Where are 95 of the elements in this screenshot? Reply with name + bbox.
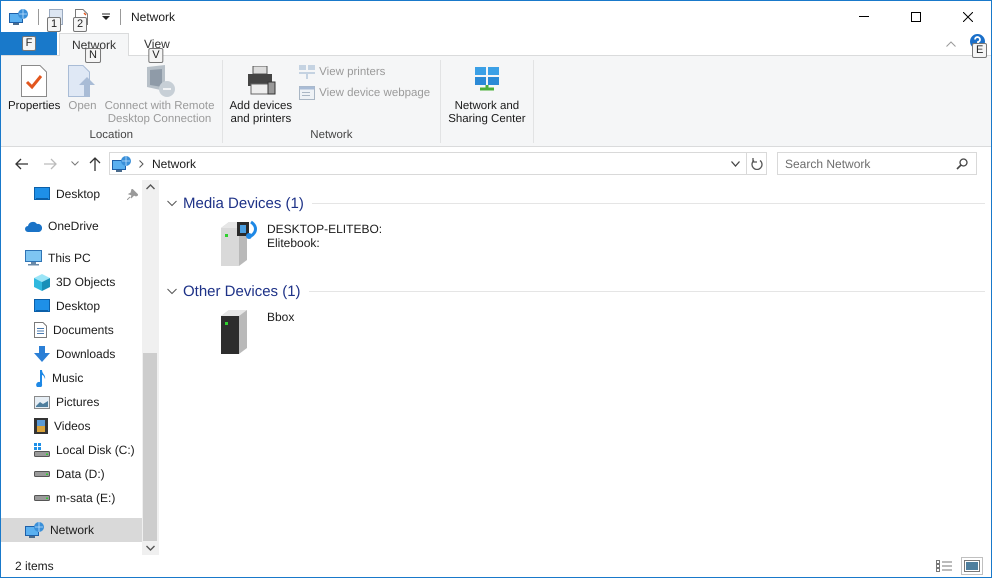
sidebar-item-label: Downloads (56, 347, 116, 361)
back-icon[interactable] (15, 158, 29, 170)
scrollbar[interactable] (142, 180, 158, 555)
device-name: Elitebook: (267, 236, 321, 250)
sidebar-item-label: Music (52, 371, 84, 385)
download-icon (34, 346, 50, 362)
ribbon-button[interactable]: Properties (5, 60, 64, 129)
customize-caret-icon[interactable] (102, 12, 110, 20)
sidebar-item-label: Videos (54, 419, 90, 433)
videos-icon (34, 418, 48, 434)
sidebar-item-label: 3D Objects (56, 275, 116, 289)
window-title: Network (131, 10, 176, 24)
scroll-thumb[interactable] (143, 353, 157, 541)
sidebar-item-label: Local Disk (C:) (56, 443, 135, 457)
desktop-icon (34, 299, 50, 313)
checked-page-icon (21, 65, 48, 97)
keytip: 1 (47, 16, 62, 32)
keytip: 2 (73, 16, 88, 32)
sidebar-item-label: Desktop (56, 299, 100, 313)
sidebar-item-label: m-sata (E:) (56, 491, 116, 505)
item-count: 2 items (15, 559, 54, 573)
device-name: DESKTOP-ELITEBO: (267, 222, 382, 236)
group-header[interactable]: Other Devices (1) (183, 282, 301, 300)
close-icon (963, 12, 973, 22)
view-button[interactable] (961, 557, 983, 575)
dropdown-icon[interactable] (731, 160, 740, 166)
system-disk-icon (34, 443, 50, 457)
sidebar-item-label: Pictures (56, 395, 100, 409)
sidebar-item-label: Data (D:) (56, 467, 105, 481)
document-icon (34, 322, 47, 338)
cube-icon (34, 274, 50, 290)
group-header[interactable]: Media Devices (1) (183, 194, 304, 212)
pc-icon (25, 250, 42, 266)
file-tab[interactable]: F (1, 32, 57, 55)
sidebar-item[interactable]: Documents (1, 318, 142, 342)
sidebar-item[interactable]: Downloads (1, 342, 142, 366)
cloud-icon (25, 220, 42, 232)
keytip: F (22, 36, 36, 51)
list-icon[interactable] (936, 560, 952, 572)
refresh-icon (750, 157, 762, 170)
app-icon (9, 8, 28, 24)
sidebar-item[interactable]: m-sata (E:) (1, 486, 142, 510)
sidebar-item[interactable]: Desktop (1, 182, 142, 206)
sidebar-item[interactable]: Data (D:) (1, 462, 142, 486)
sidebar-item[interactable]: This PC (1, 246, 142, 270)
sidebar-item[interactable]: 3D Objects (1, 270, 142, 294)
collapse-ribbon-icon[interactable] (946, 41, 956, 47)
ribbon-button[interactable]: Add devices and printers (226, 60, 296, 129)
page-arrow-icon (68, 65, 96, 97)
scroll-down-icon[interactable] (146, 545, 154, 551)
recent-caret-icon[interactable] (71, 161, 79, 166)
group-label: Location (90, 129, 133, 143)
sidebar-item[interactable]: Local Disk (C:) (1, 438, 142, 462)
ribbon-button[interactable]: Network and Sharing Center (445, 60, 529, 143)
refresh-button[interactable] (747, 152, 767, 175)
sidebar-item[interactable]: Network (1, 518, 142, 542)
chevron-icon[interactable] (167, 198, 177, 208)
picture-icon[interactable] (964, 560, 980, 572)
breadcrumb[interactable]: Network (152, 156, 196, 170)
chevron-icon[interactable] (167, 286, 177, 296)
up-icon[interactable] (89, 156, 101, 170)
sidebar-item-label: This PC (48, 251, 91, 265)
pin-icon (127, 189, 138, 200)
device-name: Bbox (267, 310, 294, 324)
view-button[interactable] (933, 557, 955, 575)
address-bar[interactable]: Network (109, 152, 747, 175)
webpage-icon (299, 86, 316, 100)
network-icon (112, 156, 131, 172)
sidebar-item-label: Documents (53, 323, 114, 337)
keytip: N (85, 48, 101, 63)
sidebar-item[interactable]: Desktop (1, 294, 142, 318)
group-label: Network (310, 129, 352, 143)
search-field[interactable]: Search Network (777, 152, 977, 175)
sidebar-item-label: Desktop (56, 187, 100, 201)
keytip: E (972, 43, 988, 58)
sidebar-item[interactable]: OneDrive (1, 214, 142, 238)
maximize-icon (911, 12, 921, 22)
pictures-icon (34, 396, 50, 408)
scroll-up-icon[interactable] (146, 184, 154, 190)
sidebar-item[interactable]: Music (1, 366, 142, 390)
network-icon (25, 522, 44, 538)
printer-icon (246, 66, 276, 96)
grid-icon (299, 65, 316, 79)
sidebar-item-label: OneDrive (48, 219, 99, 233)
device-item[interactable]: Bbox (217, 308, 387, 360)
minimize-icon (859, 16, 869, 17)
search-icon[interactable] (956, 158, 968, 170)
chevron-icon[interactable] (139, 160, 144, 168)
device-item[interactable]: DESKTOP-ELITEBO: Elitebook: (217, 220, 387, 272)
sidebar-item[interactable]: Videos (1, 414, 142, 438)
desktop-icon (34, 187, 50, 201)
sidebar-item-label: Network (50, 523, 94, 537)
sidebar-item[interactable]: Pictures (1, 390, 142, 414)
keytip: V (148, 48, 164, 63)
music-icon (34, 370, 46, 386)
